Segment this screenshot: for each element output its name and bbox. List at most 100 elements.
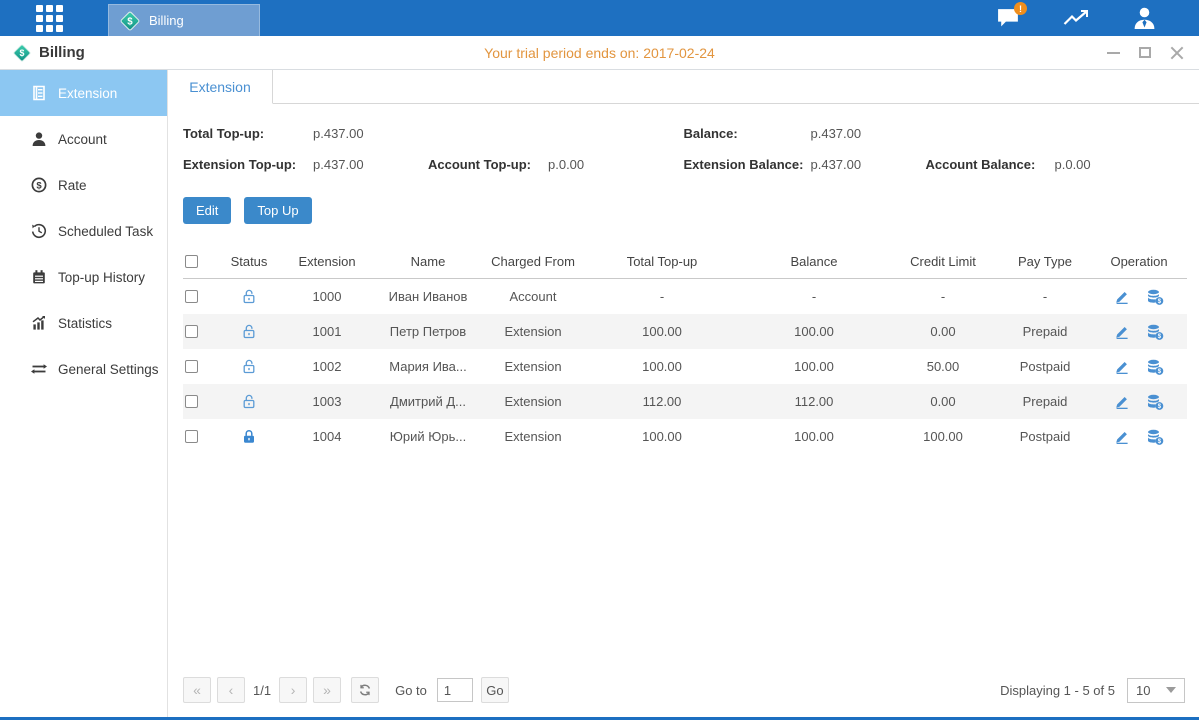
extension-balance-label: Extension Balance: [684, 157, 811, 172]
window-title-text: Billing [39, 44, 85, 61]
col-extension: Extension [281, 254, 373, 269]
cell-name: Дмитрий Д... [373, 394, 483, 409]
sidebar: Extension Account $ Rate [0, 70, 168, 717]
trial-notice: Your trial period ends on: 2017-02-24 [0, 45, 1199, 61]
cell-pay-type: Prepaid [999, 394, 1091, 409]
row-checkbox[interactable] [185, 290, 198, 303]
page-size-select[interactable]: 10 [1127, 678, 1185, 703]
topup-coins-icon[interactable]: $ [1146, 394, 1164, 410]
sidebar-item-account[interactable]: Account [0, 116, 167, 162]
topup-coins-icon[interactable]: $ [1146, 289, 1164, 305]
col-credit-limit: Credit Limit [887, 254, 999, 269]
prev-page-button[interactable]: ‹ [217, 677, 245, 703]
row-checkbox[interactable] [185, 360, 198, 373]
next-page-button[interactable]: › [279, 677, 307, 703]
cell-charged-from: Extension [483, 429, 583, 444]
select-all-checkbox[interactable] [185, 255, 198, 268]
row-checkbox[interactable] [185, 325, 198, 338]
sidebar-item-scheduled-task[interactable]: Scheduled Task [0, 208, 167, 254]
cell-credit-limit: - [887, 289, 999, 304]
tabstrip: Extension [168, 70, 1199, 104]
app-tab-billing[interactable]: $ Billing [108, 4, 260, 36]
sidebar-item-extension[interactable]: Extension [0, 70, 167, 116]
cell-balance: 112.00 [741, 394, 887, 409]
close-button[interactable] [1169, 45, 1185, 61]
edit-pencil-icon[interactable] [1114, 359, 1130, 375]
extension-topup-value: p.437.00 [313, 157, 428, 172]
cell-total-topup: 112.00 [583, 394, 741, 409]
row-checkbox[interactable] [185, 395, 198, 408]
cell-pay-type: - [999, 289, 1091, 304]
col-pay-type: Pay Type [999, 254, 1091, 269]
table-row: 1004 Юрий Юрь... Extension 100.00 100.00… [183, 419, 1187, 454]
svg-text:$: $ [36, 180, 42, 191]
goto-label: Go to [395, 683, 427, 698]
user-icon[interactable] [1129, 4, 1159, 32]
billing-diamond-icon: $ [119, 10, 141, 32]
sidebar-item-rate[interactable]: $ Rate [0, 162, 167, 208]
cell-charged-from: Extension [483, 359, 583, 374]
sidebar-item-label: Extension [58, 86, 117, 101]
col-name: Name [373, 254, 483, 269]
sidebar-item-statistics[interactable]: Statistics [0, 300, 167, 346]
first-page-button[interactable]: « [183, 677, 211, 703]
cell-extension: 1003 [281, 394, 373, 409]
edit-pencil-icon[interactable] [1114, 289, 1130, 305]
cell-name: Юрий Юрь... [373, 429, 483, 444]
topup-coins-icon[interactable]: $ [1146, 359, 1164, 375]
go-button[interactable]: Go [481, 677, 509, 703]
refresh-button[interactable] [351, 677, 379, 703]
statistics-icon [31, 315, 47, 331]
messages-icon[interactable]: ! [993, 4, 1023, 32]
cell-name: Иван Иванов [373, 289, 483, 304]
scheduled-task-icon [31, 223, 47, 239]
last-page-button[interactable]: » [313, 677, 341, 703]
sidebar-item-topup-history[interactable]: Top-up History [0, 254, 167, 300]
col-balance: Balance [741, 254, 887, 269]
col-total-topup: Total Top-up [583, 254, 741, 269]
refresh-icon [358, 683, 372, 697]
topup-coins-icon[interactable]: $ [1146, 429, 1164, 445]
app-topbar: $ Billing ! [0, 0, 1199, 36]
main-content: Extension Total Top-up: p.437.00 Extensi… [168, 70, 1199, 717]
sidebar-item-label: Scheduled Task [58, 224, 153, 239]
pagination-bar: « ‹ 1/1 › » Go to Go Displaying 1 - 5 of… [168, 671, 1199, 717]
cell-extension: 1002 [281, 359, 373, 374]
table-row: 1002 Мария Ива... Extension 100.00 100.0… [183, 349, 1187, 384]
total-topup-value: p.437.00 [313, 126, 364, 141]
edit-pencil-icon[interactable] [1114, 394, 1130, 410]
cell-total-topup: - [583, 289, 741, 304]
lock-closed-icon [241, 428, 257, 445]
row-checkbox[interactable] [185, 430, 198, 443]
extension-table: Status Extension Name Charged From Total… [183, 245, 1187, 454]
cell-pay-type: Prepaid [999, 324, 1091, 339]
maximize-button[interactable] [1137, 45, 1153, 61]
col-charged-from: Charged From [483, 254, 583, 269]
resource-monitor-icon[interactable] [1061, 4, 1091, 32]
window-title: $ Billing [12, 43, 85, 63]
sidebar-item-label: Rate [58, 178, 87, 193]
lock-open-icon [241, 393, 257, 410]
svg-text:$: $ [20, 48, 25, 58]
apps-grid-icon[interactable] [36, 5, 63, 32]
minimize-button[interactable] [1105, 45, 1121, 61]
svg-text:$: $ [127, 16, 133, 27]
goto-page-input[interactable] [437, 678, 473, 702]
cell-total-topup: 100.00 [583, 359, 741, 374]
edit-pencil-icon[interactable] [1114, 324, 1130, 340]
table-header-row: Status Extension Name Charged From Total… [183, 245, 1187, 279]
notification-badge: ! [1014, 2, 1027, 15]
edit-button[interactable]: Edit [183, 197, 231, 224]
sidebar-item-label: Top-up History [58, 270, 145, 285]
window-titlebar: $ Billing Your trial period ends on: 201… [0, 36, 1199, 70]
billing-diamond-icon: $ [12, 43, 32, 63]
sidebar-item-general-settings[interactable]: General Settings [0, 346, 167, 392]
topup-coins-icon[interactable]: $ [1146, 324, 1164, 340]
cell-charged-from: Extension [483, 324, 583, 339]
top-up-button[interactable]: Top Up [244, 197, 311, 224]
tab-extension[interactable]: Extension [168, 70, 273, 104]
cell-charged-from: Extension [483, 394, 583, 409]
col-operation: Operation [1091, 254, 1187, 269]
page-size-value: 10 [1136, 683, 1150, 698]
edit-pencil-icon[interactable] [1114, 429, 1130, 445]
